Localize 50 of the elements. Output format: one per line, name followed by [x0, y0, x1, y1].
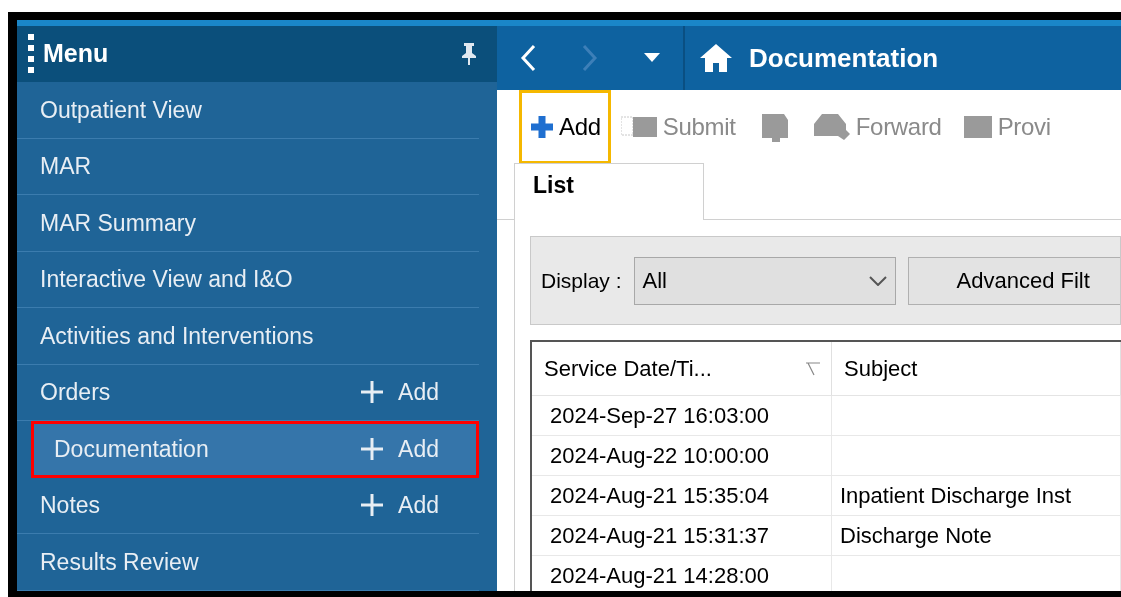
add-link[interactable]: Add [360, 431, 439, 466]
menu-item[interactable]: Interactive View and I&O [17, 251, 479, 308]
table-cell-text: Inpatient Discharge Inst [840, 482, 1072, 510]
menu-item[interactable]: MAR [17, 138, 479, 195]
add-link[interactable]: Add [360, 375, 439, 410]
menu-item[interactable]: Results Review [17, 534, 479, 591]
column-header[interactable]: Subject [832, 342, 1121, 395]
pin-icon[interactable] [461, 42, 477, 66]
page-title: Documentation [749, 41, 939, 75]
plus-icon [529, 113, 555, 140]
table-cell-text: 2024-Aug-21 15:35:04 [550, 482, 769, 510]
table-cell-text: 2024-Aug-22 10:00:00 [550, 442, 769, 470]
menu-item[interactable]: MAR Summary [17, 195, 479, 252]
plus-icon [360, 436, 385, 461]
chevron-down-icon [868, 275, 887, 286]
menu-item-label: Outpatient View [40, 95, 203, 125]
menu-item-label: Results Review [40, 547, 200, 577]
advanced-filter-button[interactable]: Advanced Filt [907, 256, 1120, 305]
square-icon [961, 113, 994, 140]
list-tab[interactable]: List [514, 163, 704, 220]
menu-item[interactable]: Notes Add [17, 477, 479, 534]
display-dropdown[interactable]: All [633, 256, 896, 305]
forward-icon [581, 43, 599, 73]
sort-icon [805, 360, 821, 377]
menu-item-label: Orders [40, 378, 112, 407]
display-label: Display : [541, 267, 622, 294]
plus-icon [360, 493, 385, 518]
plus-icon [360, 380, 385, 405]
menu-item-label: MAR Summary [40, 208, 197, 238]
menu-item[interactable]: Outpatient View [17, 82, 479, 139]
table-cell-text: Discharge Note [840, 522, 992, 550]
add-link[interactable]: Add [360, 488, 439, 523]
drag-handle-icon [27, 34, 35, 74]
menu-item[interactable]: Documentation Add [31, 421, 479, 478]
menu-item-label: MAR [40, 152, 93, 181]
menu-item-label: Documentation [54, 434, 210, 464]
back-icon [519, 43, 537, 73]
home-icon[interactable] [699, 43, 733, 73]
table-cell-text: 2024-Aug-21 15:31:37 [550, 522, 769, 550]
document-icon [620, 113, 659, 140]
menu-item-label: Activities and Interventions [40, 321, 315, 351]
menu-item-label: Interactive View and I&O [40, 265, 294, 294]
table-cell-text: 2024-Aug-21 14:28:00 [550, 562, 769, 590]
table-cell-text: 2024-Sep-27 16:03:00 [550, 402, 769, 430]
add-toolbar-button[interactable]: Add [519, 90, 611, 163]
menu-item[interactable]: Activities and Interventions [17, 308, 479, 365]
menu-item-label: Notes [40, 491, 102, 520]
column-header[interactable]: Service Date/Ti... [532, 342, 832, 395]
menu-title: Menu [43, 38, 110, 70]
caret-icon [644, 53, 660, 63]
